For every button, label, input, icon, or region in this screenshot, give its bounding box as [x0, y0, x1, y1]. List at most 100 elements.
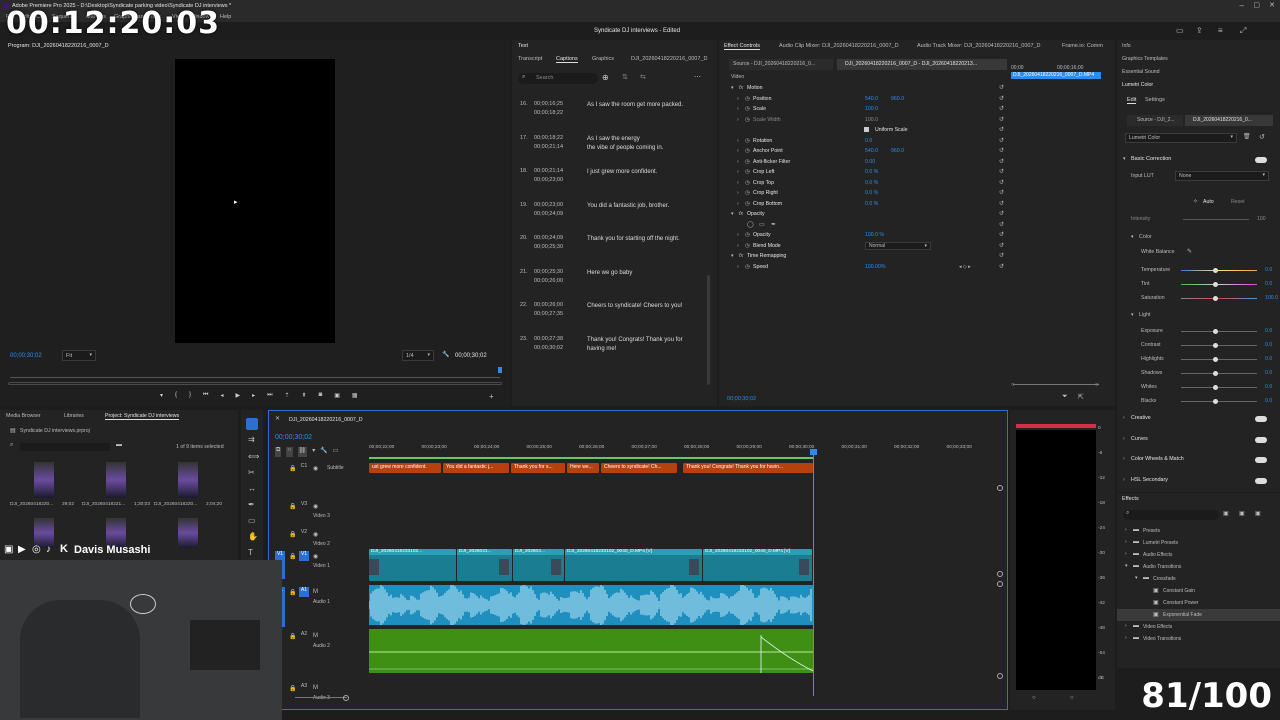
eye-icon[interactable]: ◉ — [313, 531, 318, 538]
property-value[interactable]: 100.00% — [865, 262, 885, 272]
rectangle-mask-icon[interactable]: ▭ — [759, 220, 765, 230]
tab-audio-clip-mixer[interactable]: Audio Clip Mixer: DJI_20260418220216_000… — [779, 43, 899, 49]
rectangle-tool-icon[interactable]: ▭ — [248, 516, 256, 525]
minimize-icon[interactable]: – — [1240, 1, 1244, 10]
slider-handle[interactable] — [1213, 371, 1218, 376]
lock-icon[interactable]: 🔒 — [289, 589, 296, 596]
chevron-right-icon[interactable]: › — [737, 157, 739, 167]
caption-row[interactable]: 16. 00;00;16;25 00;00;18;22 As I saw the ro… — [512, 97, 707, 130]
effects-tree-item[interactable]: › ▬ Video Transitions — [1117, 633, 1280, 645]
snap-icon[interactable]: ∩ — [286, 447, 293, 457]
slider-value[interactable]: 0.0 — [1265, 325, 1272, 338]
slip-tool-icon[interactable]: ↔ — [248, 484, 256, 493]
chevron-right-icon[interactable]: › — [737, 94, 739, 104]
reset-icon[interactable]: ↺ — [999, 104, 1004, 114]
section-toggle[interactable] — [1255, 457, 1267, 463]
caption-text[interactable]: Thank you! Congrats! Thank you for havin… — [587, 336, 697, 354]
scroll-handle-a2[interactable] — [997, 673, 1003, 679]
chevron-down-icon[interactable]: ▾ — [731, 251, 734, 261]
item-thumbnail[interactable] — [178, 462, 198, 498]
chevron-down-icon[interactable]: ▾ — [1131, 312, 1134, 318]
caption-search[interactable]: ⌕ Search — [518, 73, 598, 84]
chevron-right-icon[interactable]: › — [1123, 456, 1125, 462]
mark-in-icon[interactable]: { — [175, 392, 177, 402]
reset-button[interactable]: Reset — [1231, 199, 1245, 205]
slider-track[interactable] — [1181, 284, 1257, 285]
property-value-2[interactable]: 960.0 — [891, 94, 904, 104]
lumetri-source-tab[interactable]: Source - DJI_2... — [1127, 115, 1183, 126]
reset-icon[interactable]: ↺ — [999, 178, 1004, 188]
effects-tree-item[interactable]: ▾ ▬ Crossfade — [1117, 573, 1280, 585]
sequence-clip-tab[interactable]: DJI_20260418220216_0007_D - DJI_20260418… — [837, 59, 1007, 70]
subtitle-clip[interactable]: ust grew more confident. — [369, 463, 441, 473]
play-icon[interactable]: ▶ — [235, 392, 240, 402]
caption-out-time[interactable]: 00;00;23;00 — [534, 177, 563, 183]
program-scrubber[interactable] — [10, 377, 500, 378]
caption-out-time[interactable]: 00;00;24;09 — [534, 211, 563, 217]
stopwatch-icon[interactable]: ◷ — [745, 94, 750, 104]
reset-icon[interactable]: ↺ — [999, 230, 1004, 240]
effects-tree-item[interactable]: ▾ ▬ Audio Transitions — [1117, 561, 1280, 573]
section-toggle[interactable] — [1255, 416, 1267, 422]
chevron-right-icon[interactable]: › — [737, 104, 739, 114]
pen-mask-icon[interactable]: ✒ — [771, 220, 776, 230]
effects-tree-item[interactable]: ▣ Constant Gain — [1117, 585, 1280, 597]
chevron-icon[interactable]: › — [1125, 635, 1127, 641]
slider-handle[interactable] — [1213, 357, 1218, 362]
reset-icon[interactable]: ↺ — [999, 83, 1004, 93]
video-clip[interactable]: DJI_20260418233102_0040_D.MP4 [V] — [565, 549, 702, 581]
scroll-handle-left[interactable]: ○ — [1011, 382, 1015, 388]
stopwatch-icon[interactable]: ◷ — [745, 104, 750, 114]
workspace-icon[interactable]: ▭ — [1176, 26, 1184, 35]
slider-track[interactable] — [1181, 359, 1257, 360]
slider-value[interactable]: 0.0 — [1265, 381, 1272, 394]
project-item[interactable]: DJI_20260418220... 29;02 — [10, 458, 80, 514]
mini-scroll[interactable] — [1013, 384, 1099, 385]
mark-out-icon[interactable]: } — [189, 392, 191, 402]
lumetri-section[interactable]: › Curves — [1117, 434, 1280, 446]
property-value[interactable]: 100.0 — [865, 115, 878, 125]
time-ruler[interactable]: 00;00;22;00 00;00;23;00 00;00;24;00 00;00;2… — [369, 445, 999, 457]
caption-text[interactable]: Cheers to syndicate! Cheers to you! — [587, 302, 697, 311]
property-value[interactable]: 0.0 — [865, 136, 872, 146]
playhead-marker[interactable] — [498, 367, 502, 373]
right-tab-2[interactable]: Essential Sound — [1122, 69, 1160, 75]
slider-track[interactable] — [1181, 373, 1257, 374]
track-target-a1[interactable]: A1 — [299, 587, 309, 597]
caption-in-time[interactable]: 00;00;26;00 — [534, 302, 563, 308]
subtitle-clip[interactable]: You did a fantastic j... — [443, 463, 509, 473]
accelerated-effects-icon[interactable]: ▣ — [1223, 510, 1229, 517]
caption-out-time[interactable]: 00;00;21;14 — [534, 144, 563, 150]
caption-text[interactable]: Thank you for starting off the night. — [587, 235, 697, 244]
tab-transcript[interactable]: Transcript — [518, 56, 542, 62]
magic-wand-icon[interactable]: ✧ — [1193, 198, 1198, 205]
captions-scrollbar[interactable] — [707, 275, 710, 385]
compare-icon[interactable]: ▣ — [334, 392, 340, 402]
property-value[interactable]: 0.00 — [865, 157, 875, 167]
subtitle-clip[interactable]: Thank you! Congrats! Thank you for havin… — [683, 463, 813, 473]
playhead-line[interactable] — [813, 451, 814, 696]
chevron-icon[interactable]: › — [1125, 623, 1127, 629]
slider-track[interactable] — [1181, 345, 1257, 346]
effect-group-label[interactable]: Motion — [747, 83, 763, 93]
reset-icon[interactable]: ↺ — [999, 251, 1004, 261]
track-target-a2[interactable]: A2 — [299, 631, 309, 641]
extract-icon[interactable]: ⇞ — [302, 392, 307, 402]
tab-project[interactable]: Project: Syndicate DJ interviews — [105, 413, 180, 420]
caption-row[interactable]: 19. 00;00;23;00 00;00;24;09 You did a fanta… — [512, 198, 707, 231]
slider-track[interactable] — [1181, 298, 1257, 299]
eye-icon[interactable]: M — [313, 589, 318, 595]
effects-tree-item[interactable]: › ▬ Lumetri Presets — [1117, 537, 1280, 549]
selection-tool-icon[interactable] — [246, 418, 258, 430]
subtitle-clip[interactable]: Here we... — [567, 463, 599, 473]
tab-captions[interactable]: Captions — [556, 56, 578, 63]
slider-track[interactable] — [1181, 387, 1257, 388]
effects-tree-item[interactable]: › ▬ Presets — [1117, 525, 1280, 537]
chevron-icon[interactable]: ▾ — [1135, 575, 1138, 581]
lift-icon[interactable]: ⇡ — [285, 392, 290, 402]
right-tab-0[interactable]: Info — [1122, 43, 1131, 49]
effects-tree-item[interactable]: › ▬ Video Effects — [1117, 621, 1280, 633]
fullscreen-icon[interactable]: ⤢ — [1240, 26, 1246, 36]
slider-value[interactable]: 100.0 — [1265, 292, 1278, 305]
basic-correction-label[interactable]: Basic Correction — [1131, 156, 1171, 162]
